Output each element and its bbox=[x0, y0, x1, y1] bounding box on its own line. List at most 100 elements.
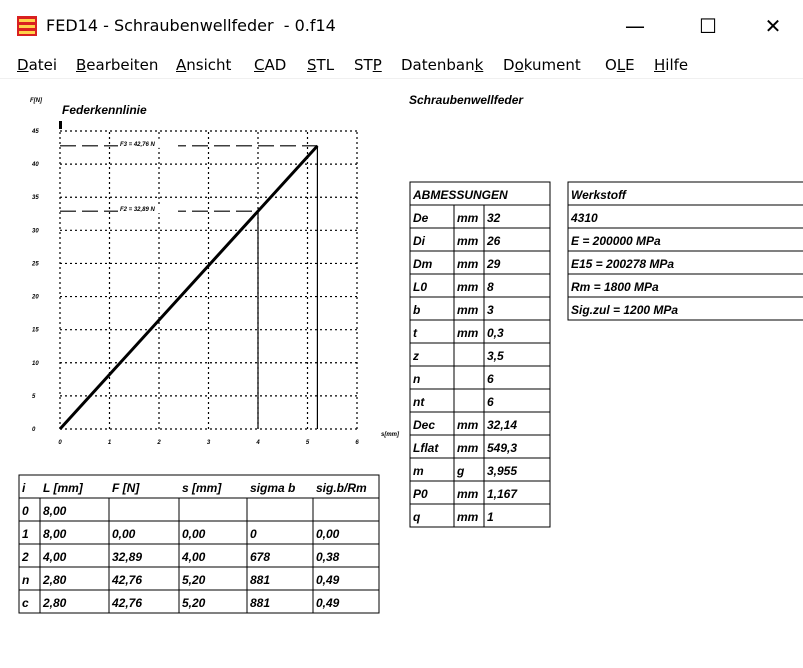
menu-bearbeiten[interactable]: Bearbeiten bbox=[76, 56, 158, 74]
table-cell: n bbox=[413, 372, 420, 386]
table-cell: Sig.zul = 1200 MPa bbox=[571, 303, 678, 317]
table-cell: 6 bbox=[487, 395, 494, 409]
chart-y-tick-label: 0 bbox=[32, 427, 36, 433]
chart-x-tick-label: 4 bbox=[255, 440, 260, 446]
chart-y-axis-arrow bbox=[59, 121, 62, 129]
document-svg: F[N] Federkennlinie s[mm] 0 1 2 3 4 5 60510152… bbox=[18, 93, 803, 614]
table-cell: 8,00 bbox=[43, 527, 67, 541]
menu-datenbank[interactable]: Datenbank bbox=[401, 56, 483, 74]
table-cell: 32 bbox=[487, 211, 501, 225]
table-cell: 881 bbox=[250, 573, 270, 587]
close-button[interactable]: ✕ bbox=[750, 10, 796, 42]
table-cell: 678 bbox=[250, 550, 270, 564]
table-cell: 32,14 bbox=[487, 418, 517, 432]
menu-ansicht[interactable]: Ansicht bbox=[176, 56, 231, 74]
table-cell: L0 bbox=[413, 280, 427, 294]
app-icon bbox=[17, 16, 37, 36]
table-cell: De bbox=[413, 211, 429, 225]
menu-bar: Datei Bearbeiten Ansicht CAD STL STP Dat… bbox=[0, 52, 803, 79]
table-cell: mm bbox=[457, 303, 479, 317]
table-cell: 3,955 bbox=[487, 464, 517, 478]
table-cell: sigma b bbox=[250, 481, 295, 495]
table-cell: 4,00 bbox=[42, 550, 67, 564]
table-cell: mm bbox=[457, 280, 479, 294]
table-cell: Rm = 1800 MPa bbox=[571, 280, 659, 294]
table-cell: 0,3 bbox=[487, 326, 504, 340]
menu-stp[interactable]: STP bbox=[354, 56, 382, 74]
chart-x-axis-label: s[mm] bbox=[381, 432, 400, 438]
table-cell: b bbox=[413, 303, 420, 317]
chart-y-tick-label: 20 bbox=[31, 295, 39, 301]
dimensions-table: ABMESSUNGEN De mm 32 Di mm 26 Dm mm 29 L0 mm 8 b mm 3 t m… bbox=[409, 181, 551, 528]
chart-x-tick-label: 0 bbox=[58, 440, 62, 446]
chart-y-tick-label: 25 bbox=[31, 261, 39, 267]
chart-x-tick-label: 1 bbox=[108, 440, 112, 446]
table-cell: 1 bbox=[487, 510, 494, 524]
menu-hilfe[interactable]: Hilfe bbox=[654, 56, 688, 74]
document-canvas: F[N] Federkennlinie s[mm] 0 1 2 3 4 5 6 0 5 10 15 2… bbox=[0, 79, 803, 663]
table-cell: 3 bbox=[487, 303, 494, 317]
spring-characteristic-chart: F[N] Federkennlinie s[mm] 0 1 2 3 4 5 60510152… bbox=[30, 98, 400, 446]
table-cell: 881 bbox=[250, 596, 270, 610]
table-cell: 8 bbox=[487, 280, 494, 294]
chart-marker-label: F3 = 42,76 N bbox=[120, 142, 156, 148]
chart-x-tick-label: 2 bbox=[156, 440, 161, 446]
load-points-table: iL [mm] F [N] s [mm] sigma b sig.b/Rm0 8,001 8… bbox=[18, 474, 380, 614]
table-cell: 6 bbox=[487, 372, 494, 386]
table-border bbox=[409, 181, 551, 528]
menu-stl[interactable]: STL bbox=[307, 56, 334, 74]
chart-y-axis-label: F[N] bbox=[30, 98, 43, 104]
table-cell: E = 200000 MPa bbox=[571, 234, 661, 248]
table-cell: 1,167 bbox=[487, 487, 518, 501]
table-header: Werkstoff bbox=[571, 188, 627, 202]
table-cell: Dec bbox=[413, 418, 435, 432]
table-cell: 32,89 bbox=[112, 550, 142, 564]
chart-series-line bbox=[58, 144, 319, 431]
chart-y-tick-label: 40 bbox=[31, 162, 39, 168]
table-cell: 2,80 bbox=[42, 573, 67, 587]
chart-y-tick-label: 5 bbox=[32, 394, 36, 400]
table-cell: 0 bbox=[250, 527, 257, 541]
table-cell: 26 bbox=[486, 234, 501, 248]
table-cell: m bbox=[413, 464, 424, 478]
chart-y-tick-label: 10 bbox=[32, 361, 39, 367]
menu-cad[interactable]: CAD bbox=[254, 56, 286, 74]
chart-y-tick-label: 30 bbox=[32, 228, 39, 234]
table-cell: s [mm] bbox=[182, 481, 222, 495]
chart-y-tick-label: 15 bbox=[32, 328, 39, 334]
table-cell: mm bbox=[457, 510, 479, 524]
table-cell: i bbox=[22, 481, 26, 495]
menu-datei[interactable]: Datei bbox=[17, 56, 57, 74]
table-cell: Lflat bbox=[413, 441, 439, 455]
table-cell: Dm bbox=[413, 257, 433, 271]
material-table: Werkstoff 4310 E = 200000 MPa E15 = 200278 … bbox=[567, 181, 803, 321]
table-cell: z bbox=[412, 349, 419, 363]
table-cell: 8,00 bbox=[43, 504, 67, 518]
table-cell: mm bbox=[457, 211, 479, 225]
table-cell: mm bbox=[457, 418, 479, 432]
table-header: ABMESSUNGEN bbox=[412, 188, 508, 202]
maximize-button[interactable]: ☐ bbox=[685, 10, 731, 42]
table-cell: 5,20 bbox=[182, 596, 206, 610]
table-cell: 0,00 bbox=[316, 527, 340, 541]
table-cell: F [N] bbox=[112, 481, 140, 495]
table-cell: 42,76 bbox=[111, 573, 142, 587]
table-cell: 5,20 bbox=[182, 573, 206, 587]
chart-grid bbox=[60, 130, 358, 429]
table-cell: g bbox=[456, 464, 465, 478]
menu-dokument[interactable]: Dokument bbox=[503, 56, 581, 74]
table-cell: 0,49 bbox=[316, 596, 340, 610]
table-cell: sig.b/Rm bbox=[316, 481, 367, 495]
menu-ole[interactable]: OLE bbox=[605, 56, 635, 74]
chart-y-tick-label: 35 bbox=[32, 195, 39, 201]
chart-y-tick-label: 45 bbox=[31, 129, 39, 135]
table-cell: 3,5 bbox=[487, 349, 504, 363]
table-cell: 42,76 bbox=[111, 596, 142, 610]
document-heading: Schraubenwellfeder bbox=[409, 93, 524, 107]
table-cell: 0,49 bbox=[316, 573, 340, 587]
minimize-button[interactable]: — bbox=[612, 10, 658, 42]
table-cell: mm bbox=[457, 257, 479, 271]
title-bar: FED14 - Schraubenwellfeder - 0.f14 — ☐ ✕ bbox=[0, 0, 803, 52]
table-cell: mm bbox=[457, 487, 479, 501]
table-cell: mm bbox=[457, 326, 479, 340]
